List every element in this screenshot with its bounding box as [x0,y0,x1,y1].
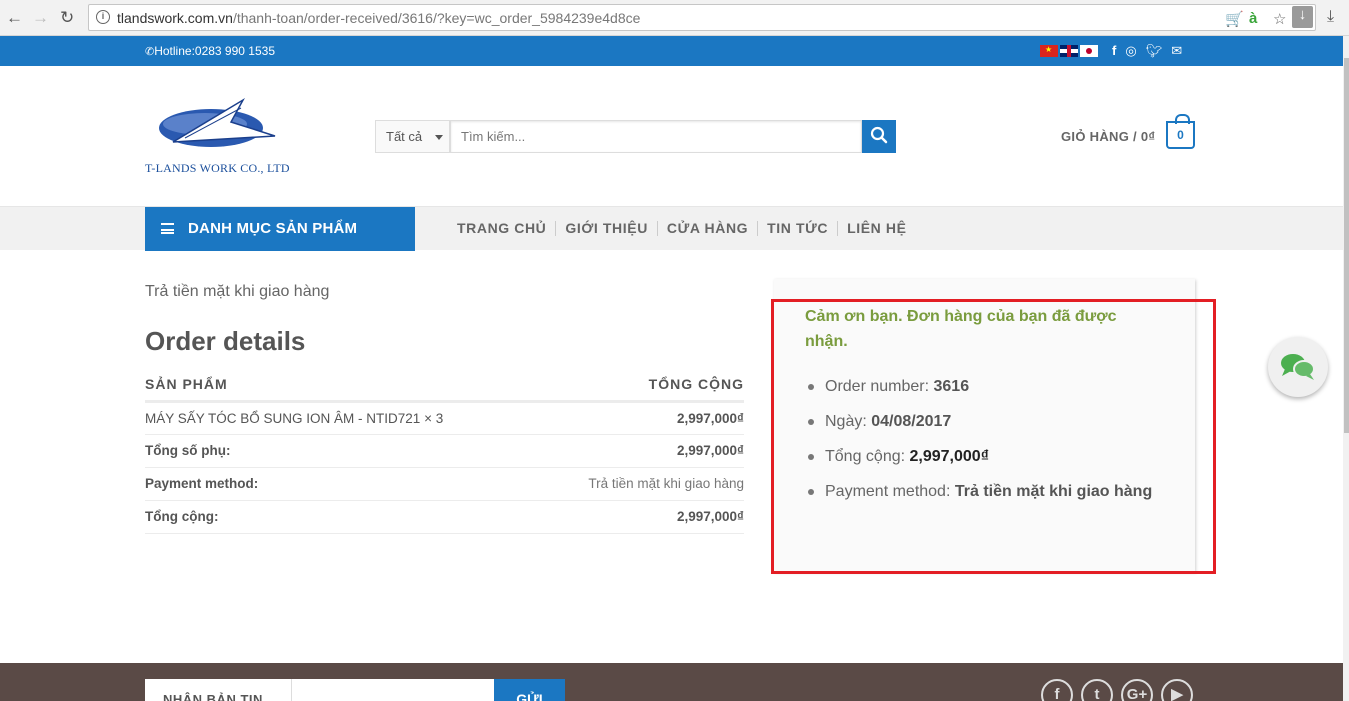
hamburger-icon [161,223,174,234]
order-details-title: Order details [145,326,306,356]
order-details-table: SẢN PHẨM TỔNG CỘNG MÁY SẤY TÓC BỔ SUNG I… [145,376,744,534]
japan-flag-icon[interactable] [1080,45,1098,57]
language-flags [1040,45,1098,57]
downloads-icon[interactable]: ⤓ [1327,8,1334,26]
search-icon [870,126,888,144]
total-label: Tổng cộng: [145,500,539,534]
column-header-product: SẢN PHẨM [145,376,539,403]
download-extension-icon[interactable]: ↓ [1292,6,1313,28]
table-row: MÁY SẤY TÓC BỔ SUNG ION ÂM - NTID721 × 3… [145,401,744,435]
newsletter-send-button[interactable]: GỬI [494,679,565,701]
facebook-icon[interactable]: f [1112,43,1116,59]
caret-down-icon [435,135,443,140]
column-header-total: TỔNG CỘNG [538,376,744,403]
back-icon[interactable]: ← [6,8,23,28]
highlight-frame [771,299,1216,574]
product-category-menu[interactable]: DANH MỤC SẢN PHẨM [145,207,415,251]
payment-note: Trả tiền mặt khi giao hàng [145,283,330,300]
cart-icon[interactable]: 0 [1166,114,1195,149]
hotline[interactable]: ✆Hotline:0283 990 1535 [145,44,275,58]
newsletter-email-input[interactable] [291,679,494,701]
product-link[interactable]: MÁY SẤY TÓC BỔ SUNG ION ÂM - NTID721 × 3 [145,401,539,435]
table-header-row: SẢN PHẨM TỔNG CỘNG [145,376,744,403]
nav-item-contact[interactable]: LIÊN HỆ [847,221,915,236]
menu: TRANG CHỦ GIỚI THIỆU CỬA HÀNG TIN TỨC LI… [457,221,925,236]
logo-text: T-LANDS WORK CO., LTD [145,161,290,175]
facebook-icon[interactable]: f [1041,679,1073,701]
newsletter-label: NHẬN BẢN TIN [145,679,291,701]
twitter-icon[interactable]: t [1081,679,1113,701]
reload-icon[interactable]: ↻ [60,8,74,28]
search-bar: Tất cả [375,120,896,153]
payment-method-label: Payment method: [145,467,539,501]
payment-method-value: Trả tiền mặt khi giao hàng [538,467,744,501]
table-row: Tổng cộng: 2,997,000₫ [145,500,744,534]
forward-icon[interactable]: → [32,8,49,28]
bookmark-star-icon[interactable]: ☆ [1273,10,1286,28]
scrollbar-thumb[interactable] [1344,58,1349,433]
nav-item-news[interactable]: TIN TỨC [767,221,839,236]
search-input[interactable] [450,120,862,153]
instagram-icon[interactable]: ◎ [1125,43,1136,59]
extension-icon[interactable]: à [1249,10,1257,27]
uk-flag-icon[interactable] [1060,45,1078,57]
total-value: 2,997,000₫ [538,500,744,534]
search-button[interactable] [862,120,896,153]
browser-toolbar: ← → ↻ i tlandswork.com.vn/thanh-toan/ord… [0,0,1349,36]
table-row: Tổng số phụ: 2,997,000₫ [145,434,744,468]
subtotal-label: Tổng số phụ: [145,434,539,468]
cart-extension-icon[interactable]: 🛒 [1225,10,1244,28]
chat-icon [1281,354,1315,380]
footer-social-links: f t G+ ▶ [1041,679,1193,701]
social-links: f ◎ 🐦︎ ✉ [1112,43,1182,59]
youtube-icon[interactable]: ▶ [1161,679,1193,701]
product-total: 2,997,000₫ [538,401,744,435]
table-row: Payment method: Trả tiền mặt khi giao hà… [145,467,744,501]
nav-item-home[interactable]: TRANG CHỦ [457,221,557,236]
category-select[interactable]: Tất cả [375,120,450,153]
subtotal-value: 2,997,000₫ [538,434,744,468]
info-icon[interactable]: i [96,10,110,24]
footer: NHẬN BẢN TIN GỬI f t G+ ▶ [0,663,1343,701]
address-bar[interactable]: i tlandswork.com.vn/thanh-toan/order-rec… [88,4,1316,31]
url-text: tlandswork.com.vn/thanh-toan/order-recei… [117,10,641,26]
chat-button[interactable] [1268,337,1328,397]
top-bar: ✆Hotline:0283 990 1535 f ◎ 🐦︎ ✉ [0,36,1343,66]
cart-link[interactable]: GIỎ HÀNG / 0₫ [1061,129,1155,144]
vietnam-flag-icon[interactable] [1040,45,1058,57]
email-icon[interactable]: ✉ [1171,43,1182,59]
nav-item-about[interactable]: GIỚI THIỆU [565,221,658,236]
twitter-icon[interactable]: 🐦︎ [1146,43,1163,59]
google-plus-icon[interactable]: G+ [1121,679,1153,701]
main-navigation: DANH MỤC SẢN PHẨM TRANG CHỦ GIỚI THIỆU C… [0,206,1343,251]
nav-item-shop[interactable]: CỬA HÀNG [667,221,759,236]
